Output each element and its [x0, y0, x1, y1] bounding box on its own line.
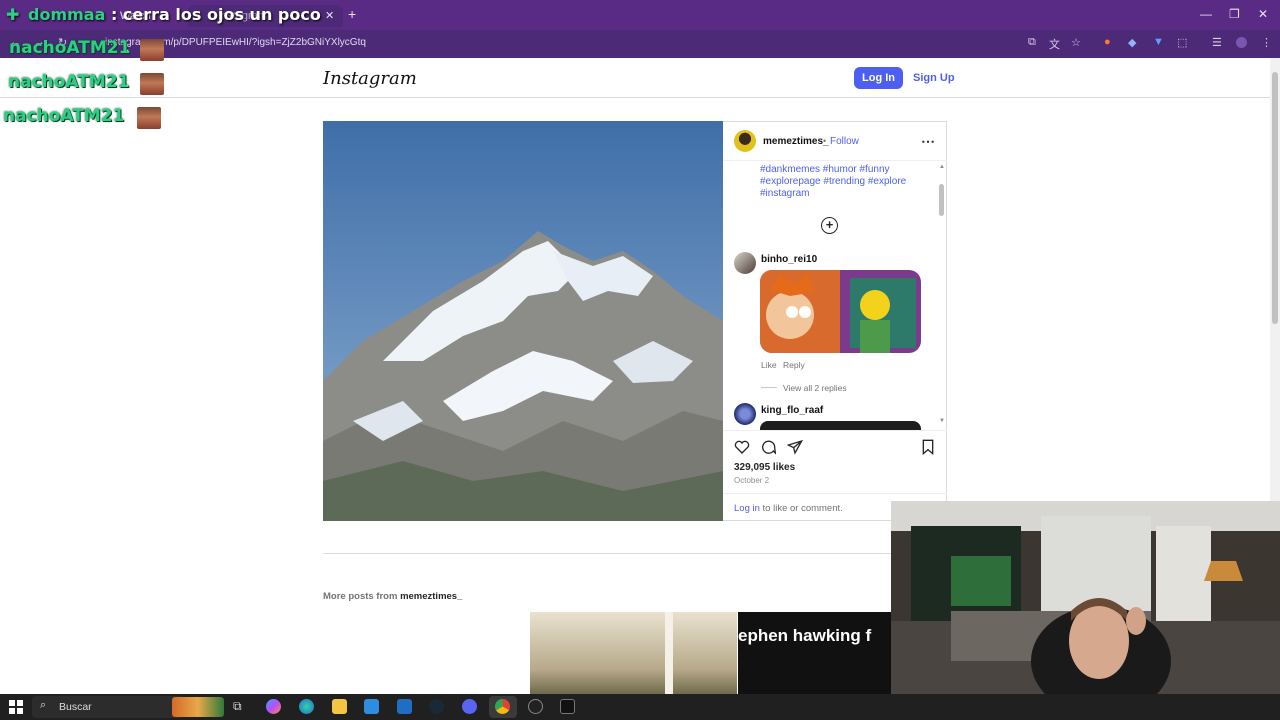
webcam-overlay	[891, 501, 1280, 694]
comment-username[interactable]: binho_rei10	[761, 254, 817, 265]
commenter-avatar[interactable]	[734, 252, 756, 274]
panel-divider	[723, 493, 947, 494]
signup-link[interactable]: Sign Up	[913, 72, 955, 84]
comment-username[interactable]: king_flo_raaf	[761, 405, 823, 416]
extension-fox-icon[interactable]: ●	[1104, 36, 1111, 48]
menu-icon[interactable]: ⋮	[1261, 36, 1272, 49]
close-tab-icon[interactable]: ✕	[325, 9, 334, 22]
panel-divider	[723, 430, 947, 431]
chat-emote	[137, 107, 161, 129]
comment-bubble-icon[interactable]	[760, 439, 777, 460]
tower-shape	[665, 612, 673, 694]
more-options-icon[interactable]: ⋯	[921, 133, 935, 150]
edge-icon[interactable]	[299, 699, 314, 714]
load-more-comments-icon[interactable]: +	[821, 217, 838, 234]
search-icon: ⌕	[40, 699, 47, 711]
profile-icon[interactable]	[1236, 37, 1247, 48]
author-avatar[interactable]	[734, 130, 756, 152]
discord-icon[interactable]	[462, 699, 477, 714]
comment-image	[760, 421, 921, 430]
login-button[interactable]: Log In	[854, 67, 903, 89]
panel-divider	[723, 160, 947, 161]
install-icon[interactable]: ⧉	[1028, 36, 1036, 49]
steam-icon[interactable]	[429, 699, 444, 714]
like-heart-icon[interactable]	[734, 439, 750, 460]
login-to-comment: Log in to like or comment.	[734, 503, 843, 514]
chat-emote	[140, 39, 164, 61]
file-explorer-icon[interactable]	[332, 699, 347, 714]
stream-title-text: : cerra los ojos un poco	[105, 5, 321, 24]
comment-reply-button[interactable]: Reply	[783, 360, 805, 370]
comments-scroll-thumb[interactable]	[939, 184, 944, 216]
replies-line	[761, 387, 777, 388]
chat-emote	[140, 73, 164, 95]
streamer-badge-icon: ✚	[6, 5, 20, 24]
scroll-down-icon[interactable]: ▼	[939, 418, 945, 424]
share-send-icon[interactable]	[786, 439, 804, 460]
stream-title-user: dommaa	[28, 5, 106, 24]
instagram-logo[interactable]: Instagram	[323, 68, 417, 89]
copilot-icon[interactable]	[266, 699, 281, 714]
epic-games-icon[interactable]	[560, 699, 575, 714]
post-date: October 2	[734, 476, 770, 485]
more-post-thumbnail[interactable]	[530, 612, 737, 694]
more-posts-heading: More posts from memeztimes_	[323, 591, 462, 602]
minimize-button[interactable]: —	[1200, 7, 1212, 21]
likes-count[interactable]: 329,095 likes	[734, 462, 795, 473]
chrome-icon[interactable]	[495, 699, 510, 714]
search-highlight-image[interactable]	[172, 697, 224, 717]
chat-separator: :	[122, 109, 126, 123]
stream-title: ✚ dommaa : cerra los ojos un poco	[6, 5, 321, 24]
outlook-icon[interactable]	[397, 699, 412, 714]
more-posts-username[interactable]: memeztimes_	[400, 591, 462, 602]
author-username[interactable]: memeztimes_	[763, 136, 829, 147]
comments-scrollbar[interactable]: ▲ ▼	[938, 164, 945, 426]
more-post-thumbnail[interactable]: ephen hawking f	[738, 612, 891, 694]
store-icon[interactable]	[364, 699, 379, 714]
save-bookmark-icon[interactable]	[920, 439, 936, 460]
extensions-icon[interactable]: ⬚	[1177, 36, 1187, 49]
login-prompt-text: to like or comment.	[759, 503, 843, 514]
chat-username: nachoATM21	[9, 38, 131, 58]
post-hashtags[interactable]: #dankmemes #humor #funny #explorepage #t…	[760, 164, 930, 200]
instagram-header	[0, 58, 1270, 98]
task-view-icon[interactable]: ⧉	[233, 699, 248, 714]
media-icon[interactable]: ☰	[1212, 36, 1222, 49]
login-link[interactable]: Log in	[734, 503, 760, 514]
windows-start-icon[interactable]	[9, 700, 23, 714]
close-window-button[interactable]: ✕	[1258, 7, 1268, 21]
chat-separator: :	[126, 75, 130, 89]
follow-separator: •	[823, 136, 827, 146]
translate-icon[interactable]: 文	[1049, 36, 1060, 52]
extension-bird-icon[interactable]: ◆	[1128, 36, 1136, 49]
maximize-button[interactable]: ❐	[1229, 7, 1240, 21]
page-scrollbar-thumb[interactable]	[1272, 72, 1278, 324]
extension-shield-icon[interactable]: ▼	[1153, 36, 1164, 48]
thumbnail-caption: ephen hawking f	[738, 626, 872, 645]
chat-username: nachoATM21	[3, 106, 125, 126]
more-posts-prefix: More posts from	[323, 591, 401, 602]
post-image	[323, 121, 723, 521]
scroll-up-icon[interactable]: ▲	[939, 164, 945, 170]
comment-gif	[760, 270, 921, 353]
view-replies-button[interactable]: View all 2 replies	[783, 383, 847, 393]
obs-icon[interactable]	[528, 699, 543, 714]
bookmark-star-icon[interactable]: ☆	[1071, 36, 1081, 49]
follow-button[interactable]: Follow	[830, 136, 859, 147]
address-bar[interactable]: instagram.com/p/DPUFPEIEwHI/?igsh=ZjZ2bG…	[80, 34, 1020, 52]
chat-separator: :	[126, 40, 130, 54]
section-divider	[323, 553, 947, 554]
taskbar-search[interactable]: Buscar	[32, 696, 184, 718]
commenter-avatar[interactable]	[734, 403, 756, 425]
new-tab-button[interactable]: +	[348, 6, 356, 22]
comment-like-button[interactable]: Like	[761, 360, 777, 370]
chat-username: nachoATM21	[8, 72, 130, 92]
